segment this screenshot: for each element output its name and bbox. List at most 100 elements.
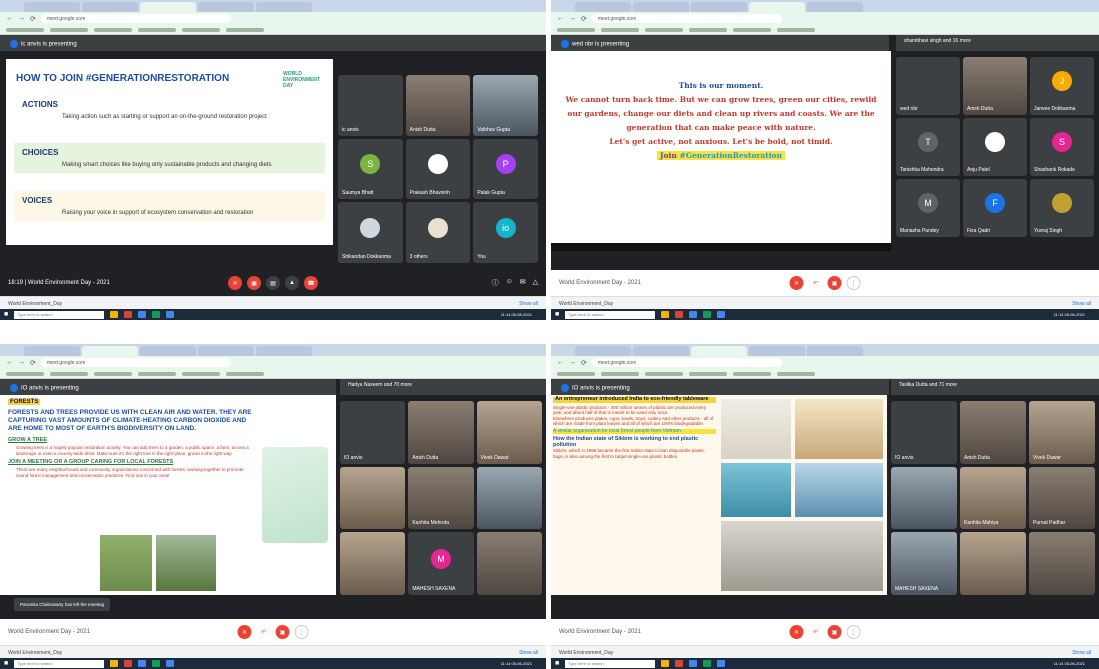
bookmark[interactable] [777,27,815,32]
tab[interactable] [24,346,80,356]
taskbar-app-icon[interactable] [661,660,670,667]
bookmark[interactable] [6,371,44,376]
end-call-button[interactable]: ☎ [304,276,318,290]
tab[interactable] [575,346,631,356]
mic-off-button[interactable]: ✕ [789,625,804,639]
participant-tile[interactable]: J Janvee Dokkaoma [1030,57,1094,115]
windows-start-icon[interactable]: ■ [4,311,8,318]
bookmark[interactable] [777,371,815,376]
hand-button[interactable]: ↶ [256,625,271,639]
participant-tile[interactable]: Vivek Dawar [1029,401,1095,464]
bookmark[interactable] [182,371,220,376]
participant-tile[interactable]: Kanhita Mahiya [960,466,1026,530]
more-button[interactable]: ⋮ [846,625,861,639]
participant-tile[interactable] [1029,532,1095,595]
activities-icon[interactable]: △ [533,278,538,288]
url-field[interactable]: meet.google.com [591,14,782,23]
tab-active[interactable] [82,346,138,356]
download-item[interactable]: World Environment_Day [559,301,613,307]
participant-tile[interactable]: ic anvis [338,75,403,136]
bookmark[interactable] [6,27,44,32]
bookmark[interactable] [50,27,88,32]
tab[interactable] [633,346,689,356]
taskbar-app-icon[interactable] [138,311,147,318]
tab[interactable] [633,2,689,12]
back-icon[interactable]: ← [557,15,564,22]
bookmark[interactable] [689,27,727,32]
participant-tile[interactable]: T Tanishka Mahendra [896,118,960,176]
mic-off-button[interactable]: ✕ [789,276,804,290]
present-button[interactable]: ▲ [285,276,299,290]
participant-tile[interactable]: Anish Dutta [960,401,1026,464]
tab[interactable] [691,2,747,12]
participant-tile[interactable]: Anish Dutta [408,401,474,464]
windows-start-icon[interactable]: ■ [555,660,559,667]
participants-note[interactable]: Harlya Naseem and 70 more [340,379,546,395]
taskbar-app-icon[interactable] [703,660,712,667]
taskbar-search[interactable]: Type here to search [565,659,656,668]
participant-tile[interactable]: IO anvis [891,401,957,464]
windows-start-icon[interactable]: ■ [555,311,559,318]
participant-tile[interactable]: M MAHESH SAXENA [408,532,474,595]
bookmark[interactable] [689,371,727,376]
taskbar-app-icon[interactable] [124,660,133,667]
taskbar-app-icon[interactable] [152,311,161,318]
participant-tile[interactable]: MAHESH SAXENA [891,532,957,595]
download-item[interactable]: World Environment_Day [559,650,613,656]
tab[interactable] [82,2,138,12]
tab[interactable] [24,2,80,12]
taskbar-app-icon[interactable] [110,311,119,318]
participant-tile[interactable] [891,466,957,530]
url-field[interactable]: meet.google.com [40,358,231,367]
participant-tile[interactable] [960,532,1026,595]
hand-button[interactable]: ↶ [808,625,823,639]
download-item[interactable]: World Environment_Day [8,301,62,307]
bookmark[interactable] [50,371,88,376]
participant-tile[interactable]: Shikandan Dokkaoma [338,202,403,263]
info-icon[interactable]: ⓘ [492,278,499,288]
tab[interactable] [140,346,196,356]
participants-note[interactable]: Taslika Dutta and 71 more [891,379,1099,395]
participant-tile[interactable] [340,466,406,530]
taskbar-app-icon[interactable] [661,311,670,318]
tab[interactable] [198,346,254,356]
captions-button[interactable]: ▤ [266,276,280,290]
camera-off-button[interactable]: ▣ [275,625,290,639]
participant-tile[interactable]: S Shashank Rokade [1030,118,1094,176]
participant-tile[interactable]: Yuvraj Singh [1030,179,1094,237]
taskbar-app-icon[interactable] [124,311,133,318]
participant-tile[interactable]: 3 others [405,202,471,263]
taskbar-search[interactable]: Type here to search [14,659,105,668]
chat-icon[interactable]: ✉ [520,278,526,288]
bookmark[interactable] [645,371,683,376]
tab[interactable] [807,2,863,12]
windows-start-icon[interactable]: ■ [4,660,8,667]
tab-active[interactable] [140,2,196,12]
participant-tile[interactable]: wed nbr [896,57,960,115]
participant-tile[interactable]: Kanhita Mehrota [408,466,474,530]
taskbar-app-icon[interactable] [675,660,684,667]
participant-tile[interactable]: IO anvis [340,401,406,464]
taskbar-app-icon[interactable] [689,660,698,667]
tab[interactable] [256,346,312,356]
download-item[interactable]: World Environment_Day [8,650,62,656]
more-button[interactable]: ⋮ [846,276,861,290]
tab-active[interactable] [691,346,747,356]
show-all-link[interactable]: Show all [519,301,538,307]
back-icon[interactable]: ← [557,359,564,366]
people-icon[interactable]: ☺ [506,278,513,288]
bookmark[interactable] [226,371,264,376]
reload-icon[interactable]: ⟳ [581,15,587,23]
participant-tile[interactable]: Vivek Dawat [476,401,542,464]
reload-icon[interactable]: ⟳ [30,359,36,367]
bookmark[interactable] [601,27,639,32]
forward-icon[interactable]: → [569,15,576,22]
participant-tile[interactable]: Anju Patel [963,118,1027,176]
participant-tile[interactable]: M Manasha Pandey [896,179,960,237]
tab[interactable] [256,2,312,12]
participant-tile[interactable]: P Palak Gupta [473,138,538,200]
bookmark[interactable] [138,371,176,376]
bookmark[interactable] [645,27,683,32]
camera-off-button[interactable]: ▣ [827,625,842,639]
more-button[interactable]: ⋮ [294,625,309,639]
